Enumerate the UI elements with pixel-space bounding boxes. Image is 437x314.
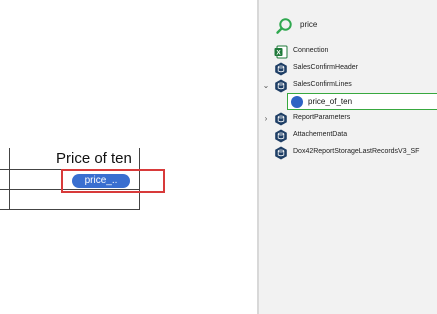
- table-row-divider-3: [0, 209, 140, 210]
- datasource-icon: [275, 79, 287, 93]
- tree-item-label: SalesConfirmHeader: [293, 64, 358, 71]
- field-search-box[interactable]: price: [270, 16, 437, 38]
- field-icon: [291, 96, 303, 108]
- datasource-icon: [275, 112, 287, 126]
- search-input[interactable]: price: [300, 20, 317, 29]
- tree-item-attachementdata[interactable]: AttachementData: [262, 129, 437, 143]
- column-header: Price of ten: [56, 150, 132, 167]
- tree-item-label: AttachementData: [293, 131, 348, 138]
- datasource-icon: [275, 62, 287, 76]
- tree-item-label: Connection: [293, 47, 329, 54]
- tree-item-price-of-ten[interactable]: price_of_ten: [287, 93, 437, 110]
- table-border-left: [9, 148, 10, 210]
- datasource-icon: [275, 129, 287, 143]
- tree-item-salesconfirmheader[interactable]: SalesConfirmHeader: [262, 62, 437, 76]
- screen: Price of ten price_.. price X Connection…: [0, 0, 437, 314]
- tree-item-connection[interactable]: X Connection: [262, 45, 437, 59]
- tree-item-reportparameters[interactable]: › ReportParameters: [262, 112, 437, 126]
- field-placeholder-highlight: [61, 169, 165, 193]
- tree-item-salesconfirmlines[interactable]: ⌄ SalesConfirmLines: [262, 79, 437, 93]
- tree-item-label: Dox42ReportStorageLastRecordsV3_SF: [293, 148, 420, 155]
- datasource-icon: [275, 146, 287, 160]
- search-icon[interactable]: [275, 17, 293, 35]
- chevron-right-icon[interactable]: ›: [262, 114, 270, 124]
- tree-item-dox42reportstorage[interactable]: Dox42ReportStorageLastRecordsV3_SF: [262, 146, 437, 160]
- excel-icon: X: [274, 45, 288, 59]
- tree-item-label: price_of_ten: [308, 97, 353, 106]
- tree-item-label: ReportParameters: [293, 114, 351, 121]
- chevron-down-icon[interactable]: ⌄: [262, 81, 270, 91]
- svg-text:X: X: [276, 50, 281, 57]
- tree-item-label: SalesConfirmLines: [293, 81, 352, 88]
